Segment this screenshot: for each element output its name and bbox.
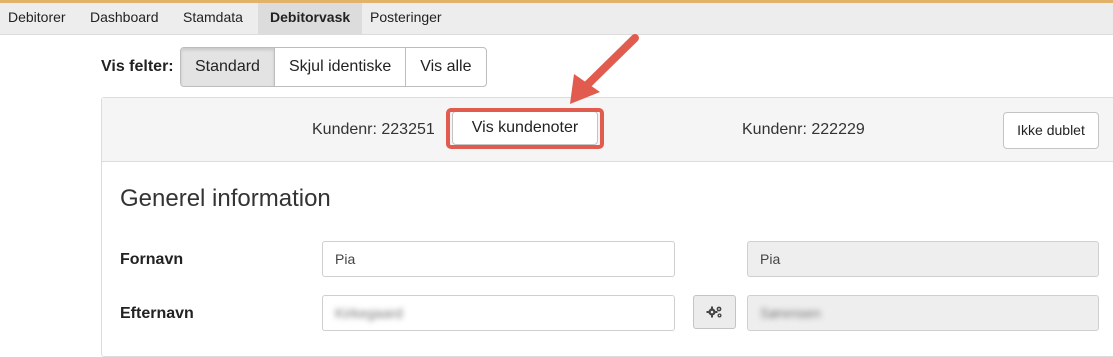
- tab-debitorvask[interactable]: Debitorvask: [258, 3, 363, 35]
- left-customer-number: Kundenr: 223251: [312, 121, 435, 138]
- arrow-icon: [570, 34, 639, 104]
- filter-skjul-identiske-button[interactable]: Skjul identiske: [275, 48, 407, 86]
- tab-posteringer[interactable]: Posteringer: [370, 3, 442, 35]
- filter-standard-button[interactable]: Standard: [181, 48, 275, 86]
- field-label-fornavn: Fornavn: [120, 251, 184, 268]
- efternavn-right-value: Sørensen: [760, 305, 821, 321]
- merge-button[interactable]: [693, 295, 736, 329]
- efternavn-right-input: Sørensen: [747, 295, 1099, 331]
- efternavn-left-value: Kirkegaard: [335, 305, 403, 321]
- fornavn-right-input: Pia: [747, 241, 1099, 277]
- tab-dashboard[interactable]: Dashboard: [90, 3, 159, 35]
- ikke-dublet-button[interactable]: Ikke dublet: [1003, 112, 1099, 149]
- highlight-box: [446, 108, 604, 149]
- top-nav: Debitorer Dashboard Stamdata Debitorvask…: [0, 0, 1113, 35]
- vis-felter-label: Vis felter:: [101, 58, 174, 75]
- field-filter-group: Standard Skjul identiske Vis alle: [180, 47, 487, 87]
- section-title: Generel information: [120, 185, 331, 212]
- right-customer-number: Kundenr: 222229: [742, 121, 865, 138]
- field-label-efternavn: Efternavn: [120, 305, 194, 322]
- tab-stamdata[interactable]: Stamdata: [183, 3, 243, 35]
- fornavn-left-input[interactable]: Pia: [322, 241, 675, 277]
- efternavn-left-input[interactable]: Kirkegaard: [322, 295, 675, 331]
- compare-panel: Kundenr: 223251 Vis kundenoter Kundenr: …: [101, 97, 1113, 357]
- gears-icon: [706, 306, 721, 318]
- tab-debitorer[interactable]: Debitorer: [8, 3, 66, 35]
- filter-vis-alle-button[interactable]: Vis alle: [406, 48, 485, 86]
